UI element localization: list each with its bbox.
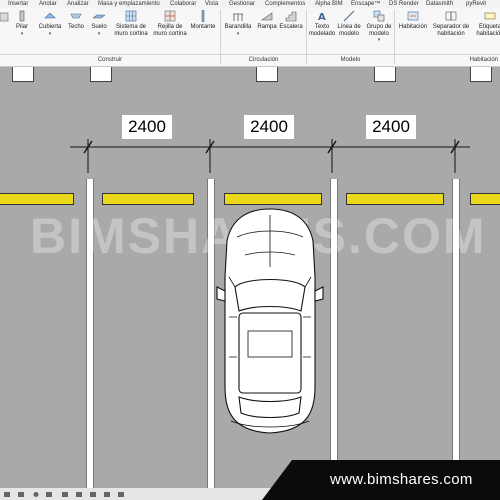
barandilla-label: Barandilla	[224, 24, 252, 30]
linea-modelo-label: Línea de modelo	[337, 24, 361, 37]
wheel-stop	[102, 193, 194, 205]
tab-vista[interactable]: Vista	[205, 0, 218, 8]
habitacion-label: Habitación	[398, 24, 428, 30]
drawing-canvas[interactable]: 2400 2400 2400 BIMSHARES.COM	[0, 67, 500, 490]
wheel-stop	[346, 193, 444, 205]
wheel-stop	[224, 193, 322, 205]
grupo-modelo-label: Grupo de modelo	[366, 24, 392, 37]
rejilla-muro-cortina-button[interactable]: Rejilla de muro cortina	[150, 10, 190, 37]
rejilla-muro-cortina-label: Rejilla de muro cortina	[153, 24, 187, 37]
group-construir: Construir	[0, 54, 220, 66]
escalera-button[interactable]: Escalera	[278, 10, 304, 31]
dimension-label[interactable]: 2400	[244, 115, 294, 139]
tab-colaborar[interactable]: Colaborar	[170, 0, 196, 8]
group-habitacion: Habitación	[395, 54, 500, 65]
tab-pyrevit[interactable]: pyRevit	[466, 0, 486, 8]
column-icon	[16, 10, 28, 22]
curtain-system-icon	[125, 10, 137, 22]
sistema-muro-cortina-label: Sistema de muro cortina	[114, 24, 148, 37]
chevron-down-icon: ▾	[48, 30, 52, 37]
separador-habitacion-button[interactable]: Separador de habitación	[432, 10, 470, 37]
tab-masa-emplazamiento[interactable]: Masa y emplazamiento	[98, 0, 160, 8]
banner-url: www.bimshares.com	[330, 471, 473, 488]
tab-insertar[interactable]: Insertar	[8, 0, 28, 8]
chevron-down-icon: ▾	[377, 37, 381, 43]
view-control-icons[interactable]	[2, 488, 132, 500]
suelo-button[interactable]: Suelo ▾	[89, 10, 109, 37]
grupo-modelo-button[interactable]: Grupo de modelo ▾	[362, 10, 396, 44]
room-tag-icon	[484, 10, 496, 22]
wall-button[interactable]	[0, 10, 10, 24]
stairs-icon	[285, 10, 297, 22]
model-text-icon: A	[316, 10, 328, 22]
ramp-icon	[261, 10, 273, 22]
cubierta-button[interactable]: Cubierta ▾	[36, 10, 64, 37]
pilar-label: Pilar	[15, 24, 28, 30]
ceiling-icon	[70, 10, 82, 22]
wheel-stop	[0, 193, 74, 205]
barandilla-button[interactable]: Barandilla ▾	[222, 10, 254, 37]
chevron-down-icon: ▾	[236, 30, 240, 37]
techo-label: Techo	[67, 24, 84, 30]
chevron-down-icon: ▾	[20, 30, 24, 37]
cubierta-label: Cubierta	[38, 24, 62, 30]
tab-anotar[interactable]: Anotar	[39, 0, 57, 8]
texto-modelado-button[interactable]: A Texto modelado	[308, 10, 336, 37]
tab-analizar[interactable]: Analizar	[67, 0, 89, 8]
rampa-label: Rampa	[257, 24, 277, 30]
model-line-icon	[343, 10, 355, 22]
model-group-icon	[373, 10, 385, 22]
escalera-label: Escalera	[279, 24, 303, 30]
railing-icon	[232, 10, 244, 22]
tab-ds-render[interactable]: DS Render	[389, 0, 419, 8]
montante-button[interactable]: Montante	[189, 10, 217, 31]
dimension-label[interactable]: 2400	[366, 115, 416, 139]
sistema-muro-cortina-button[interactable]: Sistema de muro cortina	[112, 10, 150, 37]
chevron-down-icon: ▾	[97, 30, 101, 37]
tab-alpha-bim[interactable]: Alpha BIM	[315, 0, 343, 8]
group-circulacion: Circulación	[221, 54, 306, 66]
pilar-button[interactable]: Pilar ▾	[12, 10, 32, 37]
svg-text:A: A	[318, 12, 326, 22]
texto-modelado-label: Texto modelado	[308, 24, 336, 37]
ribbon-panel: Pilar ▾ Cubierta ▾ Techo Suelo ▾ Sistema de…	[0, 8, 500, 67]
ribbon-tab-bar: Insertar Anotar Analizar Masa y emplazam…	[0, 0, 500, 8]
montante-label: Montante	[190, 24, 216, 30]
dimension-label[interactable]: 2400	[122, 115, 172, 139]
room-icon	[407, 10, 419, 22]
mullion-icon	[197, 10, 209, 22]
tab-gestionar[interactable]: Gestionar	[229, 0, 255, 8]
habitacion-button[interactable]: Habitación	[396, 10, 430, 31]
etiqueta-habitacion-button[interactable]: Etiqueta habitación	[472, 10, 500, 37]
rampa-button[interactable]: Rampa	[256, 10, 278, 31]
room-separator-icon	[445, 10, 457, 22]
tab-datasmith[interactable]: Datasmith	[426, 0, 453, 8]
techo-button[interactable]: Techo	[66, 10, 86, 31]
roof-icon	[44, 10, 56, 22]
watermark-banner: www.bimshares.com	[262, 460, 500, 500]
tab-enscape[interactable]: Enscape™	[351, 0, 380, 8]
suelo-label: Suelo	[91, 24, 107, 30]
linea-modelo-button[interactable]: Línea de modelo	[336, 10, 362, 37]
separador-habitacion-label: Separador de habitación	[432, 24, 470, 37]
curtain-grid-icon	[164, 10, 176, 22]
wheel-stop	[470, 193, 500, 205]
etiqueta-habitacion-label: Etiqueta habitación	[476, 24, 500, 37]
tab-complementos[interactable]: Complementos	[265, 0, 305, 8]
wall-icon	[0, 10, 12, 22]
car-top-view[interactable]	[215, 207, 325, 437]
floor-icon	[93, 10, 105, 22]
group-modelo: Modelo	[307, 54, 394, 66]
